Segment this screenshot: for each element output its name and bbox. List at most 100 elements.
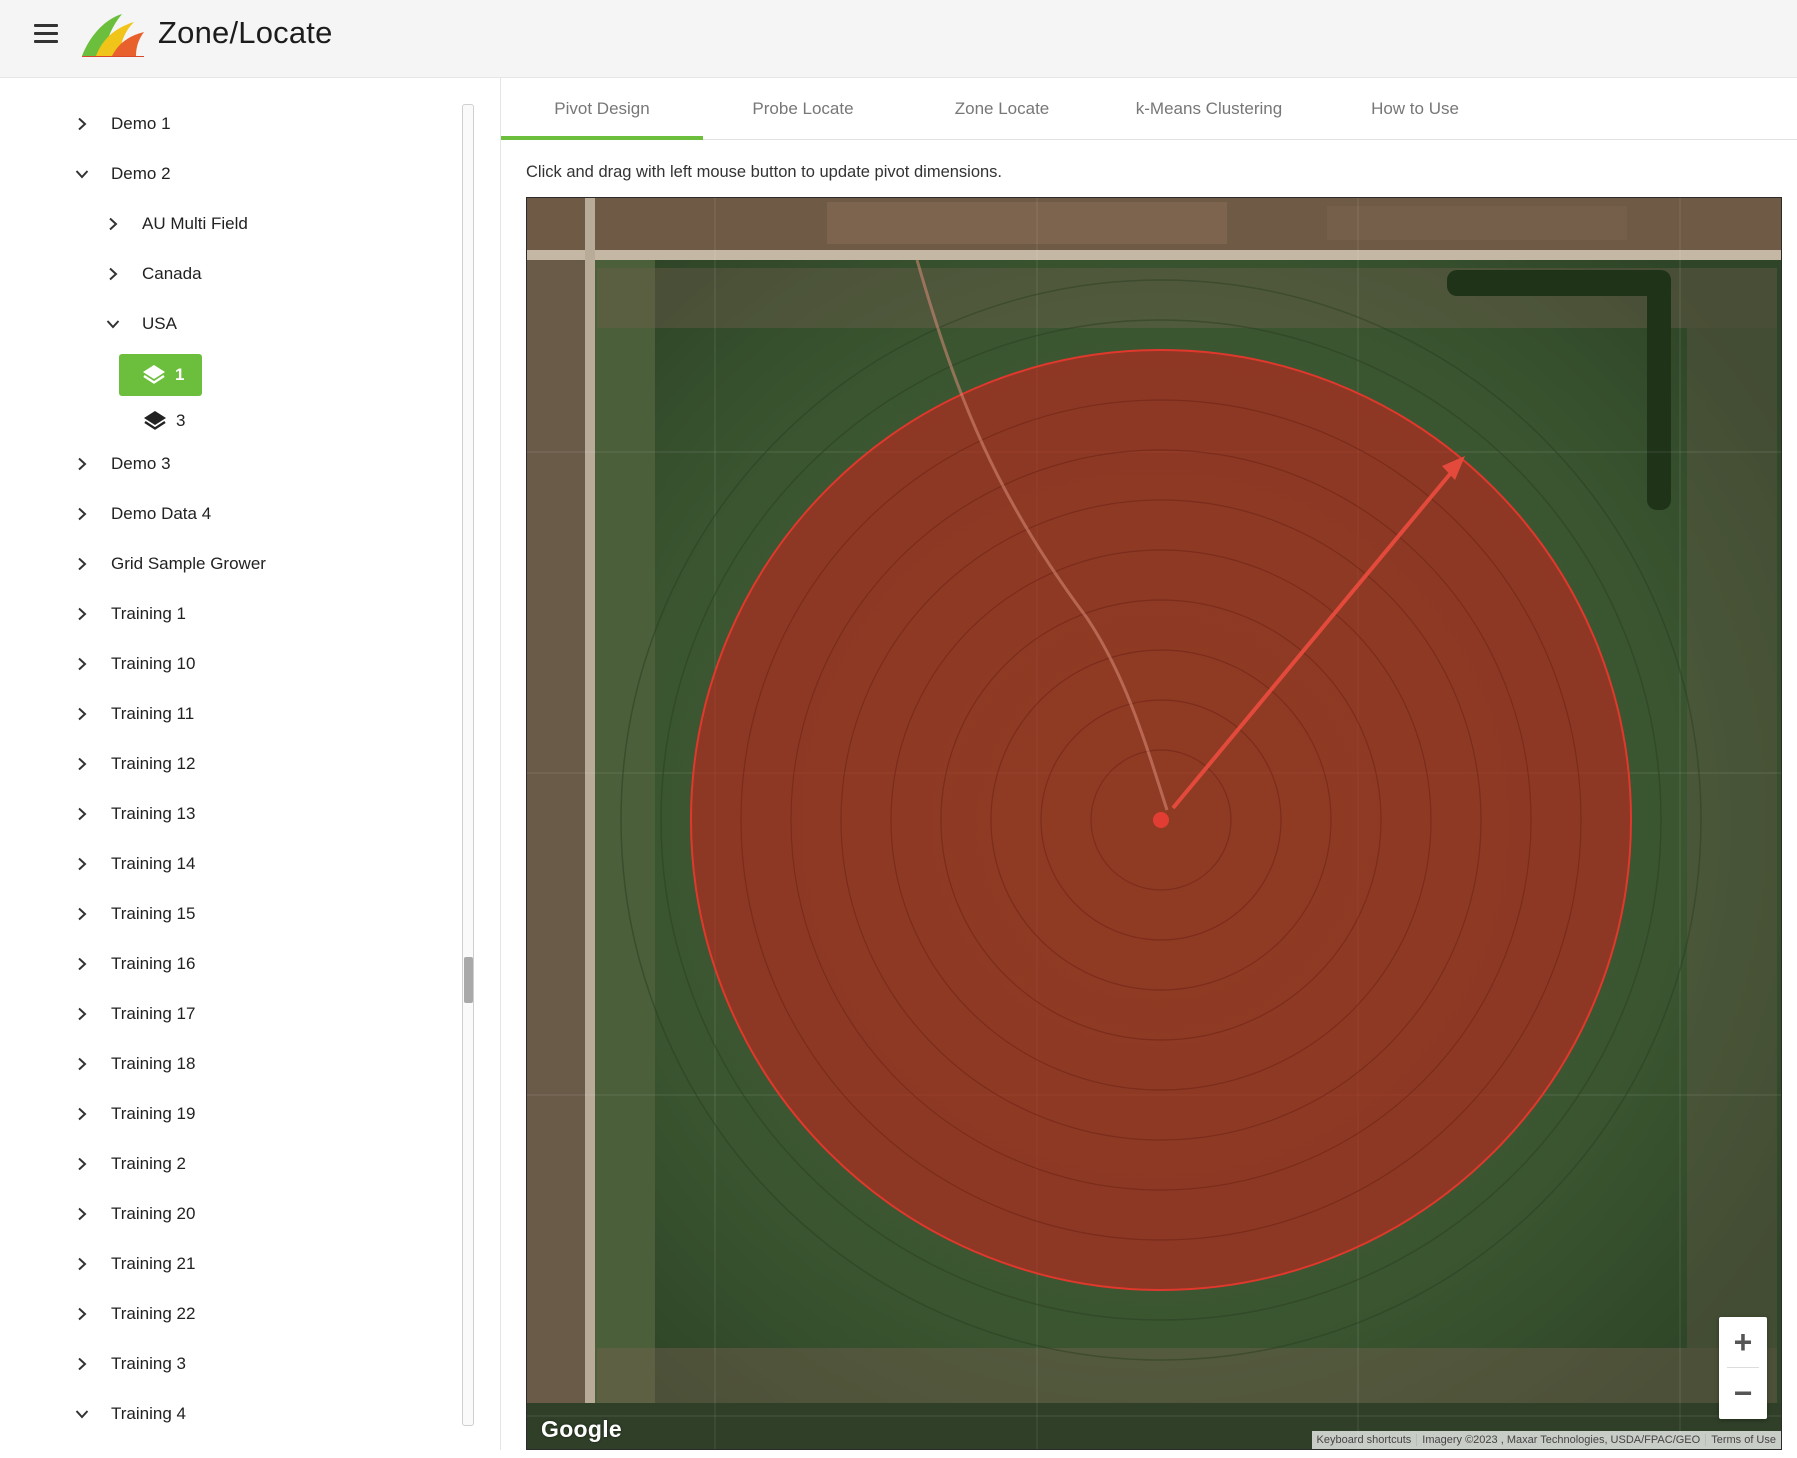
tab-k-means-clustering[interactable]: k-Means Clustering [1101, 78, 1317, 140]
pivot-center-handle [1153, 812, 1169, 828]
chevron-down-icon[interactable] [75, 167, 89, 181]
tab-zone-locate[interactable]: Zone Locate [903, 78, 1101, 140]
tree-item-label: Training 12 [111, 754, 196, 773]
tree-item-label: Demo 2 [111, 164, 171, 183]
tree-item-label: Training 19 [111, 1104, 196, 1123]
chevron-right-icon[interactable] [75, 1257, 89, 1271]
tree-item-label: Training 20 [111, 1204, 196, 1223]
tree-item[interactable]: Training 4 [75, 1394, 186, 1434]
active-tab-indicator [501, 136, 703, 140]
tree-item[interactable]: Training 18 [75, 1044, 195, 1084]
chevron-right-icon[interactable] [75, 707, 89, 721]
terms-of-use-link[interactable]: Terms of Use [1705, 1434, 1781, 1446]
layers-icon [142, 409, 168, 433]
tree-item[interactable]: Training 1 [75, 594, 186, 634]
tree-item[interactable]: Training 22 [75, 1294, 195, 1334]
app-logo [78, 10, 146, 58]
tree-item-label: Canada [142, 264, 202, 283]
instruction-text: Click and drag with left mouse button to… [526, 163, 1003, 181]
tree-item[interactable]: USA [106, 304, 177, 344]
tree-item-label: USA [142, 314, 177, 333]
tree-item[interactable]: Demo 2 [75, 154, 171, 194]
tree-item-label: AU Multi Field [142, 214, 248, 233]
tree-item[interactable]: Demo 1 [75, 104, 171, 144]
chevron-right-icon[interactable] [75, 507, 89, 521]
tree-item-label: Demo 3 [111, 454, 171, 473]
satellite-map[interactable]: + − Google Keyboard shortcuts Imagery ©2… [526, 197, 1782, 1450]
chevron-right-icon[interactable] [106, 217, 120, 231]
chevron-right-icon[interactable] [75, 557, 89, 571]
tab-pivot-design[interactable]: Pivot Design [501, 78, 703, 140]
tree-item[interactable]: Training 13 [75, 794, 195, 834]
tree-item-label: Grid Sample Grower [111, 554, 266, 573]
tree-item[interactable]: Training 3 [75, 1344, 186, 1384]
tree-item[interactable]: Training 2 [75, 1144, 186, 1184]
chevron-right-icon[interactable] [75, 1207, 89, 1221]
sidebar-scrollbar-thumb[interactable] [464, 957, 473, 1003]
menu-icon[interactable] [30, 18, 62, 48]
chevron-right-icon[interactable] [75, 857, 89, 871]
tree-item-label: Training 18 [111, 1054, 196, 1073]
tree-item-label: Training 14 [111, 854, 196, 873]
chevron-right-icon[interactable] [75, 457, 89, 471]
chevron-down-icon[interactable] [75, 1407, 89, 1421]
tree-item[interactable]: Training 20 [75, 1194, 195, 1234]
chevron-right-icon[interactable] [75, 957, 89, 971]
tree-item-label: Training 1 [111, 604, 186, 623]
zoom-control: + − [1719, 1317, 1767, 1419]
imagery-attribution: Imagery ©2023 , Maxar Technologies, USDA… [1416, 1434, 1705, 1446]
tree-item-label: Demo 1 [111, 114, 171, 133]
tab-probe-locate[interactable]: Probe Locate [703, 78, 903, 140]
tree-item[interactable]: Training 17 [75, 994, 195, 1034]
tree-item-label: Training 15 [111, 904, 196, 923]
tree-item[interactable]: Training 10 [75, 644, 195, 684]
chevron-right-icon[interactable] [75, 657, 89, 671]
layers-icon [141, 363, 167, 387]
chevron-right-icon[interactable] [75, 757, 89, 771]
layer-item[interactable]: 3 [142, 400, 185, 442]
tab-how-to-use[interactable]: How to Use [1317, 78, 1513, 140]
tree-item[interactable]: Training 16 [75, 944, 195, 984]
tree-item-label: Demo Data 4 [111, 504, 212, 523]
chevron-right-icon[interactable] [75, 117, 89, 131]
app-title: Zone/Locate [158, 15, 333, 50]
chevron-right-icon[interactable] [75, 807, 89, 821]
chevron-down-icon[interactable] [106, 317, 120, 331]
tab-bar: Pivot Design Probe Locate Zone Locate k-… [501, 78, 1797, 140]
tree-item[interactable]: Training 15 [75, 894, 195, 934]
tree-item[interactable]: Training 12 [75, 744, 195, 784]
tree-item-label: Training 2 [111, 1154, 186, 1173]
zoom-in-button[interactable]: + [1719, 1317, 1767, 1367]
tree-item[interactable]: Training 11 [75, 694, 194, 734]
sidebar-tree: Demo 1 Demo 2 AU Multi Field Canada USA Demo … [0, 78, 485, 1450]
layer-item[interactable]: 1 [119, 354, 203, 396]
tree-item[interactable]: Training 21 [75, 1244, 195, 1284]
chevron-right-icon[interactable] [75, 1107, 89, 1121]
chevron-right-icon[interactable] [75, 1357, 89, 1371]
tree-item[interactable]: Grid Sample Grower [75, 544, 266, 584]
chevron-right-icon[interactable] [75, 1157, 89, 1171]
sidebar-scrollbar[interactable] [462, 104, 474, 1426]
tree-item[interactable]: Demo Data 4 [75, 494, 211, 534]
chevron-right-icon[interactable] [75, 1057, 89, 1071]
tree-item[interactable]: Training 14 [75, 844, 195, 884]
tree-item[interactable]: AU Multi Field [106, 204, 248, 244]
tree-item-label: Training 22 [111, 1304, 196, 1323]
keyboard-shortcuts-link[interactable]: Keyboard shortcuts [1312, 1434, 1417, 1446]
chevron-right-icon[interactable] [75, 1007, 89, 1021]
chevron-right-icon[interactable] [75, 1307, 89, 1321]
tree-item[interactable]: Canada [106, 254, 202, 294]
chevron-right-icon[interactable] [75, 607, 89, 621]
google-logo: Google [541, 1416, 623, 1442]
chevron-right-icon[interactable] [75, 907, 89, 921]
zoom-out-button[interactable]: − [1719, 1368, 1767, 1418]
tree-item[interactable]: Demo 3 [75, 444, 171, 484]
tree-item[interactable]: Training 19 [75, 1094, 195, 1134]
map-attribution: Keyboard shortcuts Imagery ©2023 , Maxar… [1311, 1431, 1781, 1449]
tree-item-label: Training 3 [111, 1354, 186, 1373]
tree-item-label: Training 10 [111, 654, 196, 673]
field-imagery [527, 198, 1781, 1449]
chevron-right-icon[interactable] [106, 267, 120, 281]
app-header: Zone/Locate [0, 0, 1797, 78]
tree-item-label: Training 16 [111, 954, 196, 973]
